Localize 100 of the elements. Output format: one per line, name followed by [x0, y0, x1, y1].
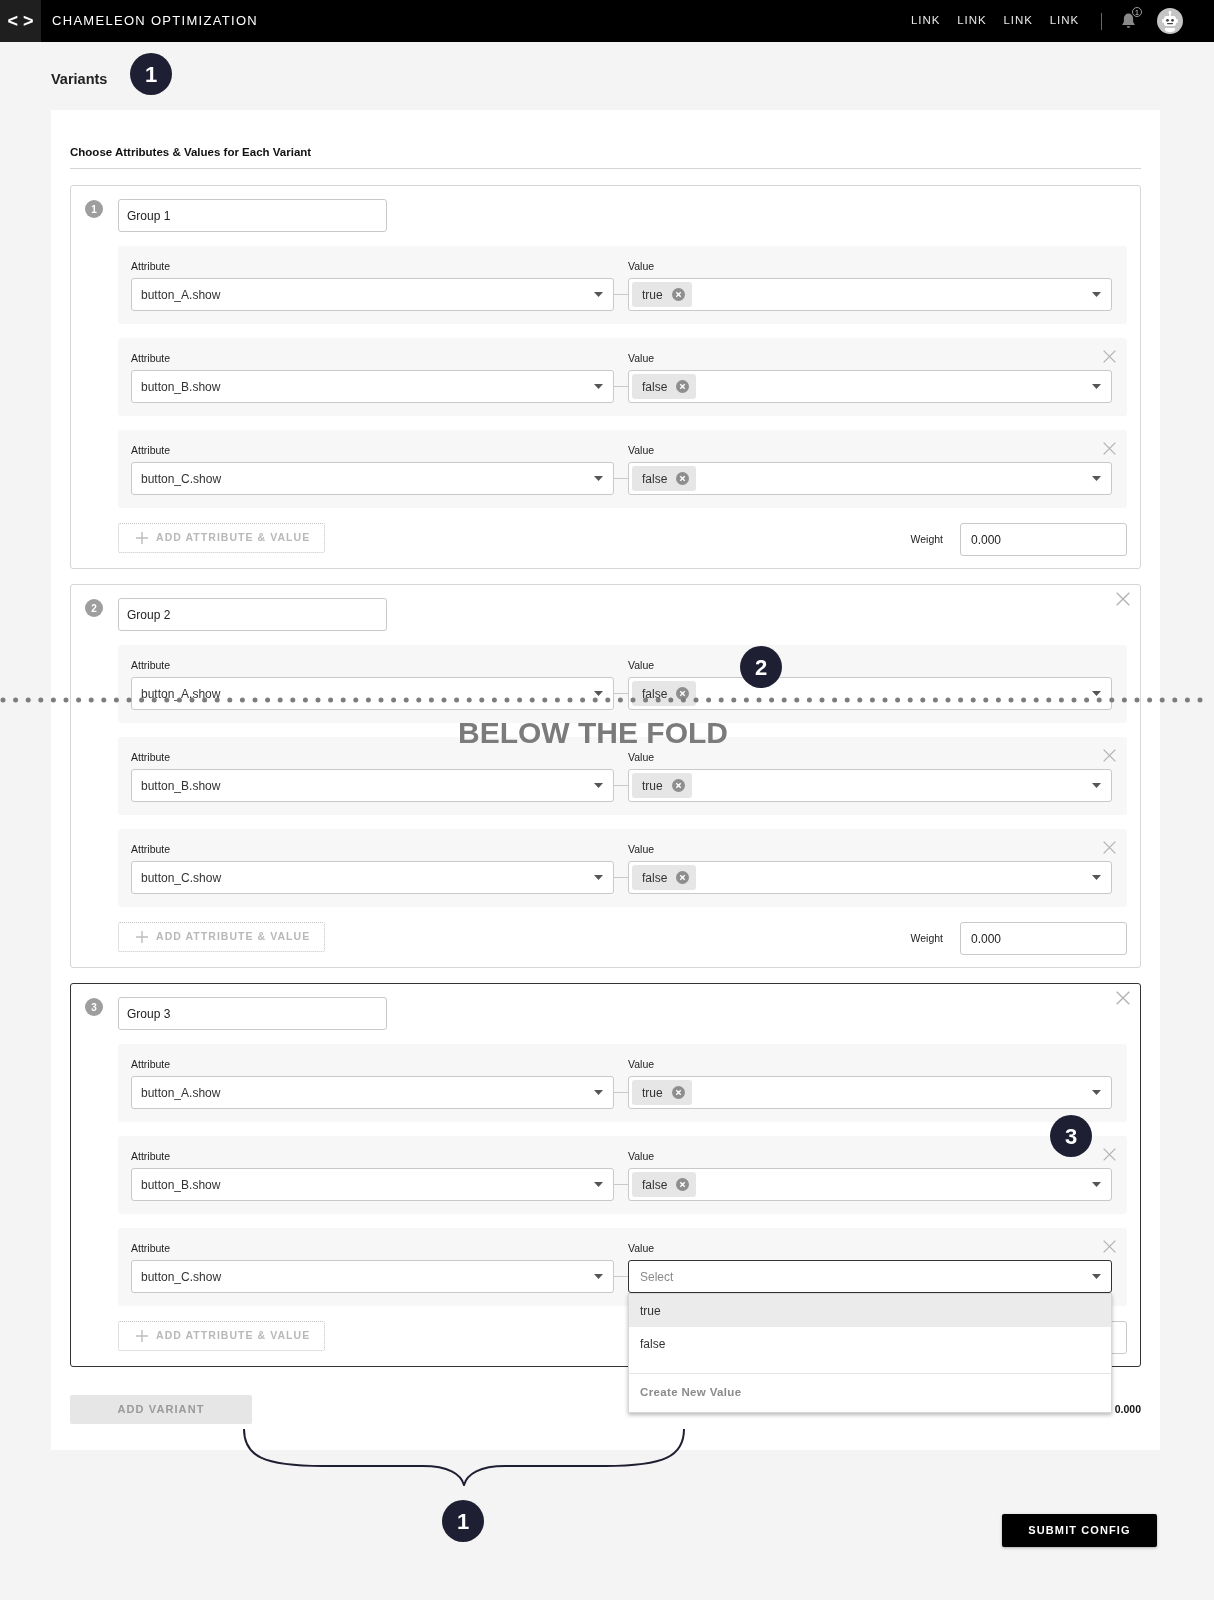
value-select[interactable]: false [628, 677, 1112, 710]
group-number: 2 [85, 599, 103, 617]
dropdown-option[interactable]: false [629, 1327, 1111, 1360]
weight-field[interactable]: 0.000 [960, 922, 1127, 955]
value-tag[interactable]: true [632, 1080, 692, 1105]
caret-down-icon [1092, 1090, 1101, 1095]
attribute-select[interactable]: button_C.show [131, 462, 614, 495]
remove-tag-icon[interactable] [671, 1086, 685, 1099]
close-icon[interactable] [1103, 1239, 1116, 1253]
field-label: Value [628, 259, 655, 273]
plus-icon [136, 1330, 148, 1342]
close-icon[interactable] [1103, 441, 1116, 455]
nav-link[interactable]: LINK [1003, 12, 1033, 30]
value-select[interactable]: Select [628, 1260, 1112, 1293]
group-name-field[interactable]: Group 2 [118, 598, 387, 631]
field-label: Attribute [131, 842, 171, 856]
caret-down-icon [1092, 1274, 1101, 1279]
caret-down-icon [594, 1090, 603, 1095]
value-tag[interactable]: false [632, 681, 697, 706]
field-label: Value [628, 1241, 655, 1255]
connector-line [614, 478, 628, 479]
dropdown-option[interactable]: true [629, 1294, 1111, 1327]
remove-tag-icon[interactable] [676, 380, 690, 393]
nav-link[interactable]: LINK [911, 12, 941, 30]
caret-down-icon [594, 1182, 603, 1187]
page-title: Variants [51, 70, 108, 90]
value-select[interactable]: false [628, 1168, 1112, 1201]
value-select[interactable]: true [628, 1076, 1112, 1109]
close-icon[interactable] [1103, 840, 1116, 854]
remove-tag-icon[interactable] [676, 687, 690, 700]
total-traffic-value: 0.000 [1114, 1401, 1141, 1417]
caret-down-icon [1092, 691, 1101, 696]
close-icon[interactable] [1103, 349, 1116, 363]
bell-icon[interactable] [1120, 12, 1137, 30]
connector-line [614, 386, 628, 387]
logo[interactable]: < > [0, 0, 41, 42]
caret-down-icon [594, 691, 603, 696]
field-label: Attribute [131, 750, 171, 764]
attribute-select[interactable]: button_C.show [131, 861, 614, 894]
attribute-select[interactable]: button_A.show [131, 278, 614, 311]
weight-label: Weight [910, 531, 943, 547]
remove-tag-icon[interactable] [676, 1178, 690, 1191]
fold-label: BELOW THE FOLD [458, 718, 728, 748]
attribute-select[interactable]: button_C.show [131, 1260, 614, 1293]
remove-tag-icon[interactable] [671, 288, 685, 301]
value-tag[interactable]: true [632, 282, 692, 307]
nav-link[interactable]: LINK [957, 12, 987, 30]
group-number: 3 [85, 998, 103, 1016]
attribute-select[interactable]: button_A.show [131, 1076, 614, 1109]
nav-link[interactable]: LINK [1049, 12, 1079, 30]
attribute-select[interactable]: button_B.show [131, 370, 614, 403]
field-label: Attribute [131, 658, 171, 672]
caret-down-icon [594, 292, 603, 297]
weight-field[interactable]: 0.000 [960, 523, 1127, 556]
caret-down-icon [594, 875, 603, 880]
value-select[interactable]: true [628, 278, 1112, 311]
close-icon[interactable] [1103, 748, 1116, 762]
robot-avatar-icon[interactable] [1157, 8, 1183, 34]
caret-down-icon [594, 1274, 603, 1279]
field-label: Value [628, 1149, 655, 1163]
value-select[interactable]: false [628, 462, 1112, 495]
caret-down-icon [1092, 476, 1101, 481]
remove-tag-icon[interactable] [676, 472, 690, 485]
connector-line [614, 1276, 628, 1277]
value-tag[interactable]: false [632, 865, 697, 890]
value-tag[interactable]: false [632, 1172, 697, 1197]
remove-tag-icon[interactable] [676, 871, 690, 884]
section-heading: Choose Attributes & Values for Each Variant [70, 145, 313, 160]
connector-line [614, 1092, 628, 1093]
group-number: 1 [85, 200, 103, 218]
value-select[interactable]: false [628, 861, 1112, 894]
field-label: Attribute [131, 1241, 171, 1255]
caret-down-icon [1092, 1182, 1101, 1187]
attribute-select[interactable]: button_B.show [131, 1168, 614, 1201]
value-tag[interactable]: false [632, 466, 697, 491]
value-select[interactable]: true [628, 769, 1112, 802]
field-label: Attribute [131, 443, 171, 457]
submit-config-button[interactable]: SUBMIT CONFIG [1002, 1514, 1157, 1547]
value-select[interactable]: false [628, 370, 1112, 403]
field-label: Value [628, 750, 655, 764]
field-label: Value [628, 658, 655, 672]
value-tag[interactable]: true [632, 773, 692, 798]
field-label: Attribute [131, 1057, 171, 1071]
value-tag[interactable]: false [632, 374, 697, 399]
caret-down-icon [1092, 875, 1101, 880]
attribute-select[interactable]: button_A.show [131, 677, 614, 710]
group-name-field[interactable]: Group 1 [118, 199, 387, 232]
connector-line [614, 693, 628, 694]
close-icon[interactable] [1116, 592, 1130, 606]
connector-line [614, 785, 628, 786]
field-label: Attribute [131, 351, 171, 365]
field-label: Value [628, 842, 655, 856]
app-title: CHAMELEON OPTIMIZATION [52, 12, 259, 31]
weight-label: Weight [910, 930, 943, 946]
remove-tag-icon[interactable] [671, 779, 685, 792]
attribute-select[interactable]: button_B.show [131, 769, 614, 802]
group-name-field[interactable]: Group 3 [118, 997, 387, 1030]
close-icon[interactable] [1116, 991, 1130, 1005]
close-icon[interactable] [1103, 1147, 1116, 1161]
field-label: Attribute [131, 1149, 171, 1163]
